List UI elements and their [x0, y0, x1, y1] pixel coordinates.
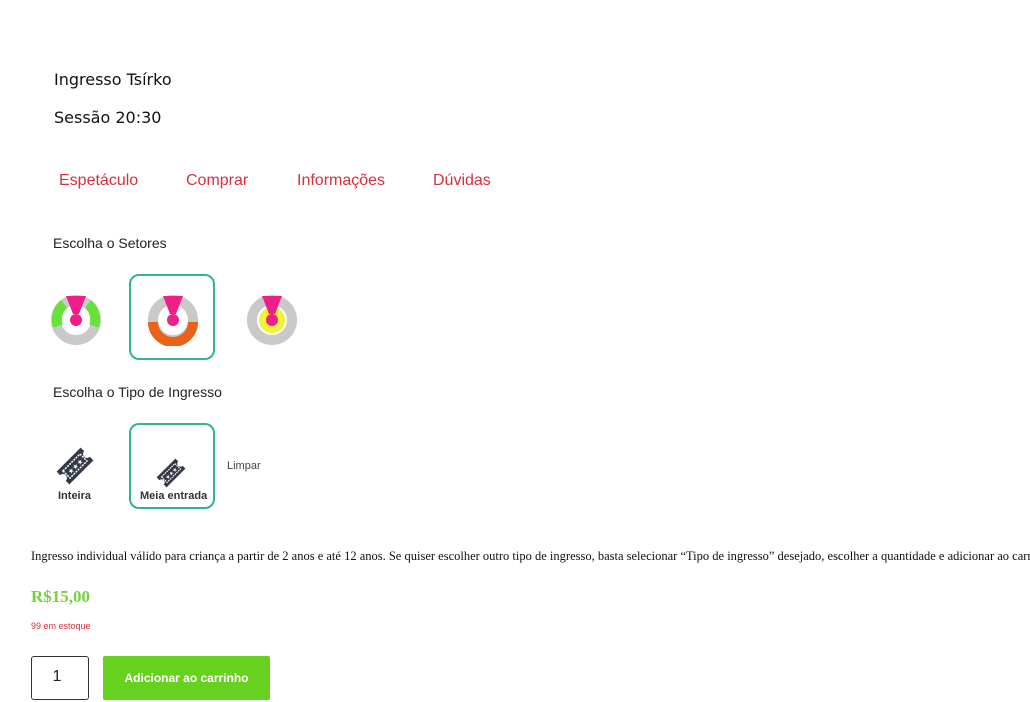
product-title: Ingresso Tsírko: [54, 70, 172, 89]
stage-sector-yellow-icon: [247, 295, 297, 345]
ticket-icon: ★★★: [56, 447, 94, 485]
clear-selection-link[interactable]: Limpar: [227, 460, 261, 472]
tab-comprar[interactable]: Comprar: [186, 172, 248, 190]
sector-option-orange[interactable]: [129, 274, 215, 360]
ticket-option-label: Inteira: [58, 490, 92, 502]
sector-option-green[interactable]: [32, 274, 118, 360]
ticket-option-label: Meia entrada: [140, 490, 208, 502]
stage-sector-green-icon: [51, 295, 101, 345]
product-description: Ingresso individual válido para criança …: [31, 549, 1030, 563]
stock-status: 99 em estoque: [31, 621, 91, 631]
tab-espetaculo[interactable]: Espetáculo: [59, 172, 138, 190]
tab-duvidas[interactable]: Dúvidas: [433, 172, 491, 190]
sector-option-yellow[interactable]: [228, 274, 314, 360]
sectors-heading: Escolha o Setores: [53, 235, 167, 251]
quantity-input[interactable]: 1: [31, 656, 89, 700]
stage-sector-orange-icon: [148, 295, 198, 346]
tab-informacoes[interactable]: Informações: [297, 172, 385, 190]
ticket-icon: ★★★: [156, 458, 186, 488]
ticket-option-inteira[interactable]: ★★★ Inteira: [32, 423, 118, 509]
ticket-option-meia-entrada[interactable]: ★★★ Meia entrada: [129, 423, 215, 509]
ticket-type-heading: Escolha o Tipo de Ingresso: [53, 384, 222, 400]
session-time: Sessão 20:30: [54, 108, 162, 127]
product-price: R$15,00: [31, 587, 91, 606]
add-to-cart-button[interactable]: Adicionar ao carrinho: [103, 656, 270, 700]
